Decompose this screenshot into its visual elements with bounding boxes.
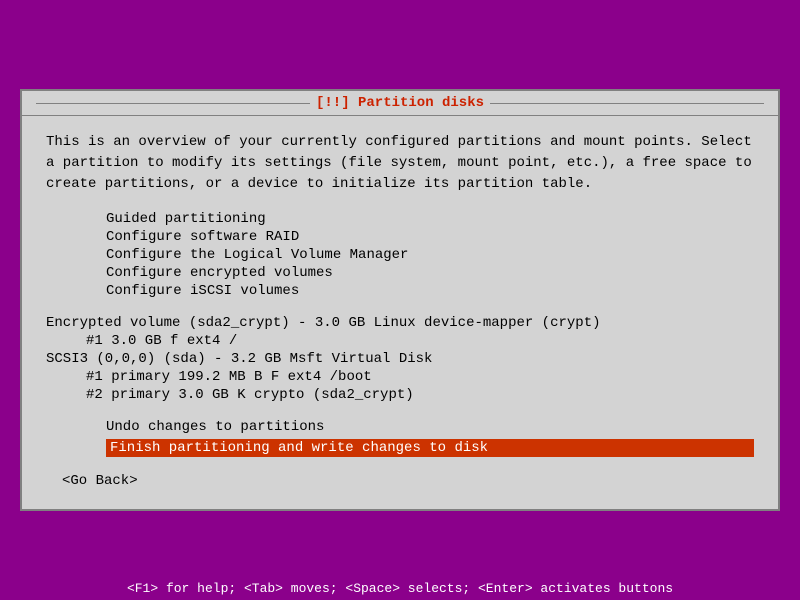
screen: [!!] Partition disks This is an overview…	[0, 0, 800, 600]
finish-action-label: Finish partitioning and write changes to…	[106, 439, 754, 457]
status-bar: <F1> for help; <Tab> moves; <Space> sele…	[0, 577, 800, 600]
partition-section: Encrypted volume (sda2_crypt) - 3.0 GB L…	[46, 315, 754, 403]
title-bar: [!!] Partition disks	[22, 91, 778, 116]
finish-action[interactable]: Finish partitioning and write changes to…	[106, 439, 754, 457]
scsi-device-label[interactable]: SCSI3 (0,0,0) (sda) - 3.2 GB Msft Virtua…	[46, 351, 754, 367]
status-text: <F1> for help; <Tab> moves; <Space> sele…	[127, 581, 673, 596]
dialog: [!!] Partition disks This is an overview…	[20, 89, 780, 511]
description-text: This is an overview of your currently co…	[46, 132, 754, 195]
menu-item-lvm[interactable]: Configure the Logical Volume Manager	[106, 247, 754, 263]
menu-item-software-raid[interactable]: Configure software RAID	[106, 229, 754, 245]
encrypted-volume-entry1[interactable]: #1 3.0 GB f ext4 /	[46, 333, 754, 349]
go-back-button[interactable]: <Go Back>	[46, 465, 754, 493]
menu-item-guided[interactable]: Guided partitioning	[106, 211, 754, 227]
encrypted-volume-label[interactable]: Encrypted volume (sda2_crypt) - 3.0 GB L…	[46, 315, 754, 331]
dialog-title: [!!] Partition disks	[316, 95, 484, 111]
menu-list: Guided partitioning Configure software R…	[46, 211, 754, 299]
menu-item-iscsi[interactable]: Configure iSCSI volumes	[106, 283, 754, 299]
menu-item-encrypted[interactable]: Configure encrypted volumes	[106, 265, 754, 281]
dialog-body: This is an overview of your currently co…	[22, 116, 778, 509]
scsi-entry2[interactable]: #2 primary 3.0 GB K crypto (sda2_crypt)	[46, 387, 754, 403]
scsi-entry1[interactable]: #1 primary 199.2 MB B F ext4 /boot	[46, 369, 754, 385]
action-list: Undo changes to partitions Finish partit…	[46, 419, 754, 457]
undo-action[interactable]: Undo changes to partitions	[106, 419, 754, 435]
